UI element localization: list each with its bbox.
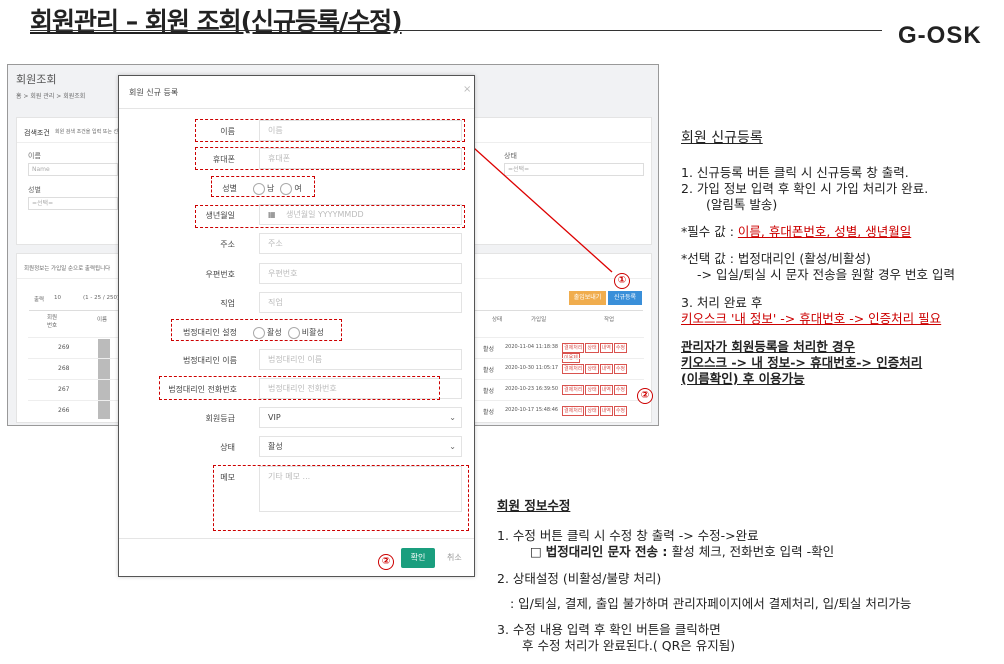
guardian-name-label: 법정대리인 이름 (182, 356, 237, 365)
edit-step-1: 1. 수정 버튼 클릭 시 수정 창 출력 -> 수정->완료 (497, 528, 759, 543)
grade-value: VIP (268, 413, 281, 422)
chevron-down-icon: ⌄ (449, 442, 456, 451)
optional-values: *선택 값 : 법정대리인 (활성/비활성) (681, 251, 871, 266)
required-highlight (195, 205, 465, 228)
address-input[interactable]: 주소 (259, 233, 462, 254)
edit-guardian-desc: 활성 체크, 전화번호 입력 -확인 (671, 544, 835, 559)
modal-title: 회원 신규 등록 (129, 88, 179, 97)
new-member-modal: 회원 신규 등록 × 이름 이름 휴대폰 휴대폰 성별 남여 생년월일 ▦ 생년… (118, 75, 475, 577)
admin-note-2: 키오스크 -> 내 정보-> 휴대번호-> 인증처리 (681, 355, 923, 370)
reg-section-title: 회원 신규등록 (681, 130, 763, 146)
memo-highlight (213, 465, 469, 531)
zip-input[interactable]: 우편번호 (259, 263, 462, 284)
zip-label: 우편번호 (205, 270, 235, 279)
state-value: 활성 (268, 442, 283, 451)
state-label: 상태 (220, 443, 235, 452)
reg-step-2: 2. 가입 정보 입력 후 확인 시 가입 처리가 완료. (681, 181, 929, 196)
optional-highlight (159, 376, 440, 400)
required-list: 이름, 휴대폰번호, 성별, 생년월일 (737, 224, 912, 239)
edit-step-3: 3. 수정 내용 입력 후 확인 버튼을 클릭하면 (497, 622, 721, 637)
required-values: *필수 값 : 이름, 휴대폰번호, 성별, 생년월일 (681, 224, 911, 240)
close-icon[interactable]: × (463, 84, 471, 95)
edit-checkbox-mark: □ (530, 544, 546, 559)
edit-step-3b: 후 수정 처리가 완료된다.( QR은 유지됨) (522, 638, 736, 653)
required-prefix: *필수 값 : (681, 224, 738, 239)
marker-two: ② (637, 388, 653, 404)
cancel-button[interactable]: 취소 (447, 552, 462, 563)
edit-section-title: 회원 정보수정 (497, 498, 571, 513)
guardian-name-input[interactable]: 법정대리인 이름 (259, 349, 462, 370)
done-instruction: 키오스크 '내 정보' -> 휴대번호 -> 인증처리 필요 (681, 311, 942, 326)
optional-desc: -> 입실/퇴실 시 문자 전송을 원할 경우 번호 입력 (697, 267, 955, 282)
marker-two-confirm: ② (378, 554, 394, 570)
required-highlight (195, 119, 465, 142)
edit-step-2b: : 입/퇴실, 결제, 출입 불가하며 관리자페이지에서 결제처리, 입/퇴실 … (510, 596, 912, 611)
address-label: 주소 (220, 240, 235, 249)
chevron-down-icon: ⌄ (449, 413, 456, 422)
admin-note-1: 관리자가 회원등록을 처리한 경우 (681, 339, 856, 354)
edit-guardian-sms: 법정대리인 문자 전송 : (545, 544, 672, 559)
edit-step-2: 2. 상태설정 (비활성/불량 처리) (497, 571, 662, 586)
modal-divider (119, 108, 474, 109)
marker-one: ① (614, 273, 630, 289)
edit-step-1b: □ 법정대리인 문자 전송 : 활성 체크, 전화번호 입력 -확인 (530, 544, 834, 560)
reg-step-1: 1. 신규등록 버튼 클릭 시 신규등록 창 출력. (681, 165, 909, 180)
admin-note-3: (이름확인) 후 이용가능 (681, 371, 805, 386)
done-title: 3. 처리 완료 후 (681, 295, 763, 310)
required-highlight (195, 147, 465, 170)
required-highlight (211, 176, 315, 197)
grade-select[interactable]: VIP ⌄ (259, 407, 462, 428)
optional-highlight (171, 319, 342, 341)
job-input[interactable]: 직업 (259, 292, 462, 313)
state-select[interactable]: 활성 ⌄ (259, 436, 462, 457)
reg-step-2b: (알림톡 발송) (706, 197, 778, 212)
confirm-button[interactable]: 확인 (401, 548, 435, 568)
job-label: 직업 (220, 299, 235, 308)
grade-label: 회원등급 (205, 414, 235, 423)
